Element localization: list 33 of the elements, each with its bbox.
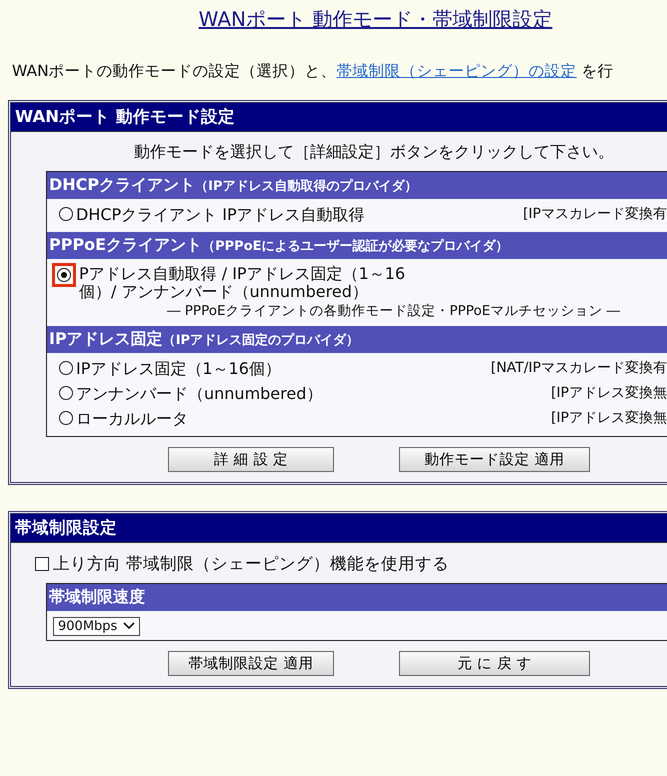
speed-dropdown[interactable]: 900Mbps [53,616,140,636]
option-label: DHCPクライアント IPアドレス自動取得 [76,205,365,226]
apply-mode-button[interactable]: 動作モード設定 適用 [399,446,590,472]
radio-button[interactable] [59,386,73,400]
reset-button[interactable]: 元 に 戻 す [399,650,590,676]
radio-button[interactable] [59,207,73,221]
option-label: IPアドレス固定（1～16個） [76,358,281,380]
option-label: アンナンバード（unnumbered） [76,384,322,405]
option-note: ― PPPoEクライアントの各動作モード設定・PPPoEマルチセッション ― [167,302,620,320]
radio-button[interactable] [59,410,73,425]
group-title: PPPoEクライアント（PPPoEによるユーザー認証が必要なプロバイダ） [47,232,667,259]
option-label: ローカルルータ [76,408,188,430]
panel-title: 帯域制限設定 [11,514,667,542]
option-label: Pアドレス自動取得 / IPアドレス固定（1～16個）/ アンナンバード（unnumbered） [79,265,406,302]
group-title: DHCPクライアント（IPアドレス自動取得のプロバイダ） [47,172,667,199]
bandwidth-link[interactable]: 帯域制限（シェーピング）の設定 [336,62,577,80]
radio-button[interactable] [57,268,71,282]
apply-bandwidth-button[interactable]: 帯域制限設定 適用 [168,650,334,676]
conversion-note: [IPアドレス変換無 [550,408,667,427]
checkbox[interactable] [35,556,49,571]
conversion-note: [NAT/IPマスカレード変換有 [490,358,667,377]
page-title[interactable]: WANポート 動作モード・帯域制限設定 [198,6,552,33]
chevron-down-icon [123,622,136,630]
instruction-text: 動作モードを選択して［詳細設定］ボタンをクリックして下さい。 [133,142,615,163]
panel-title: WANポート 動作モード設定 [11,103,667,131]
checkbox-label: 上り方向 帯域制限（シェーピング）機能を使用する [53,552,450,575]
intro-text: WANポートの動作モードの設定（選択）と、帯域制限（シェーピング）の設定 を行 [12,61,615,82]
radio-button[interactable] [59,360,73,375]
group-title: 帯域制限速度 [47,584,667,611]
conversion-note: [IPアドレス変換無 [550,384,667,402]
detail-settings-button[interactable]: 詳 細 設 定 [168,446,334,472]
group-title: IPアドレス固定（IPアドレス固定のプロバイダ） [47,326,667,353]
conversion-note: [IPマスカレード変換有 [522,205,667,223]
